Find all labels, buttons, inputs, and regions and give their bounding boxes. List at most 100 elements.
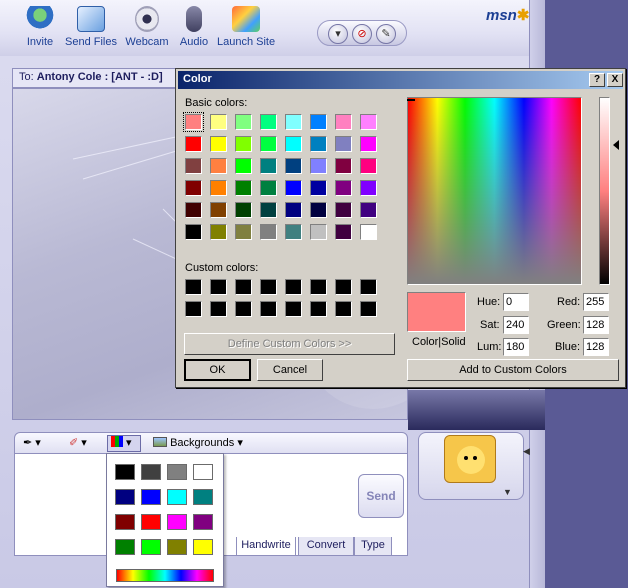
custom-color-swatch[interactable] (335, 279, 352, 295)
ok-button[interactable]: OK (184, 359, 251, 381)
custom-color-swatch[interactable] (210, 279, 227, 295)
red-input[interactable]: 255 (583, 293, 609, 311)
basic-color-swatch[interactable] (360, 224, 377, 240)
hue-input[interactable]: 0 (503, 293, 529, 311)
more-colors-spectrum[interactable] (116, 569, 214, 582)
color-menu-swatch[interactable] (115, 464, 135, 480)
color-menu-swatch[interactable] (167, 464, 187, 480)
custom-color-swatch[interactable] (310, 301, 327, 317)
color-menu-swatch[interactable] (141, 539, 161, 555)
basic-color-swatch[interactable] (335, 114, 352, 130)
basic-color-swatch[interactable] (360, 136, 377, 152)
sat-input[interactable]: 240 (503, 316, 529, 334)
paint-icon[interactable]: ✎ (376, 24, 396, 44)
custom-color-swatch[interactable] (285, 279, 302, 295)
launch-site-button[interactable]: Launch Site (217, 6, 275, 52)
luminance-slider[interactable] (599, 97, 610, 285)
color-menu-swatch[interactable] (115, 489, 135, 505)
basic-color-swatch[interactable] (235, 114, 252, 130)
basic-color-swatch[interactable] (185, 136, 202, 152)
basic-color-swatch[interactable] (235, 202, 252, 218)
basic-color-swatch[interactable] (235, 224, 252, 240)
basic-color-swatch[interactable] (310, 158, 327, 174)
basic-color-swatch[interactable] (260, 202, 277, 218)
basic-color-swatch[interactable] (210, 136, 227, 152)
webcam-button[interactable]: Webcam (124, 6, 170, 52)
basic-color-swatch[interactable] (360, 158, 377, 174)
basic-color-swatch[interactable] (360, 202, 377, 218)
custom-color-swatch[interactable] (360, 301, 377, 317)
custom-color-swatch[interactable] (235, 301, 252, 317)
custom-color-swatch[interactable] (210, 301, 227, 317)
color-menu-swatch[interactable] (193, 514, 213, 530)
add-to-custom-colors-button[interactable]: Add to Custom Colors (407, 359, 619, 381)
audio-button[interactable]: Audio (177, 6, 211, 52)
blue-input[interactable]: 128 (583, 338, 609, 356)
help-button[interactable]: ? (589, 73, 605, 87)
basic-color-swatch[interactable] (183, 112, 204, 132)
basic-color-swatch[interactable] (260, 136, 277, 152)
block-icon[interactable]: ⊘ (352, 24, 372, 44)
basic-color-swatch[interactable] (235, 158, 252, 174)
avatar[interactable] (444, 435, 496, 483)
basic-color-swatch[interactable] (335, 180, 352, 196)
basic-color-swatch[interactable] (210, 224, 227, 240)
custom-color-swatch[interactable] (260, 301, 277, 317)
basic-color-swatch[interactable] (235, 136, 252, 152)
basic-color-swatch[interactable] (310, 180, 327, 196)
color-menu-swatch[interactable] (141, 514, 161, 530)
chevron-down-icon[interactable]: ▼ (503, 487, 512, 497)
basic-color-swatch[interactable] (360, 114, 377, 130)
basic-color-swatch[interactable] (335, 202, 352, 218)
tab-convert[interactable]: Convert (298, 537, 354, 556)
color-menu-swatch[interactable] (167, 489, 187, 505)
basic-color-swatch[interactable] (210, 180, 227, 196)
basic-color-swatch[interactable] (360, 180, 377, 196)
chevron-left-icon[interactable]: ◀ (523, 446, 530, 457)
custom-color-swatch[interactable] (260, 279, 277, 295)
basic-color-swatch[interactable] (210, 158, 227, 174)
color-menu-swatch[interactable] (115, 539, 135, 555)
green-input[interactable]: 128 (583, 316, 609, 334)
backgrounds-button[interactable]: Backgrounds ▾ (149, 435, 249, 452)
invite-button[interactable]: Invite (20, 6, 60, 52)
basic-color-swatch[interactable] (285, 158, 302, 174)
basic-color-swatch[interactable] (285, 136, 302, 152)
cancel-button[interactable]: Cancel (257, 359, 323, 381)
luminance-arrow-icon[interactable] (613, 140, 619, 150)
color-menu-swatch[interactable] (193, 539, 213, 555)
close-button[interactable]: X (607, 73, 623, 87)
custom-color-swatch[interactable] (285, 301, 302, 317)
basic-color-swatch[interactable] (285, 180, 302, 196)
crosshair-icon[interactable] (407, 97, 415, 105)
eraser-tool-button[interactable]: ✐ ▾ (65, 435, 101, 452)
basic-color-swatch[interactable] (285, 114, 302, 130)
basic-color-swatch[interactable] (310, 224, 327, 240)
custom-color-swatch[interactable] (335, 301, 352, 317)
basic-color-swatch[interactable] (285, 224, 302, 240)
custom-color-swatch[interactable] (185, 301, 202, 317)
basic-color-swatch[interactable] (335, 224, 352, 240)
basic-color-swatch[interactable] (260, 114, 277, 130)
tab-type[interactable]: Type (354, 537, 392, 556)
color-menu-swatch[interactable] (167, 514, 187, 530)
basic-color-swatch[interactable] (235, 180, 252, 196)
color-picker-button[interactable]: ▾ (107, 435, 141, 452)
define-custom-colors-button[interactable]: Define Custom Colors >> (184, 333, 395, 355)
custom-color-swatch[interactable] (310, 279, 327, 295)
custom-color-swatch[interactable] (235, 279, 252, 295)
custom-color-swatch[interactable] (360, 279, 377, 295)
color-menu-swatch[interactable] (141, 489, 161, 505)
color-menu-swatch[interactable] (193, 464, 213, 480)
color-menu-swatch[interactable] (167, 539, 187, 555)
basic-color-swatch[interactable] (185, 180, 202, 196)
tab-handwrite[interactable]: Handwrite (236, 537, 296, 556)
basic-color-swatch[interactable] (260, 158, 277, 174)
basic-color-swatch[interactable] (210, 114, 227, 130)
basic-color-swatch[interactable] (210, 202, 227, 218)
lum-input[interactable]: 180 (503, 338, 529, 356)
send-files-button[interactable]: Send Files (64, 6, 118, 52)
basic-color-swatch[interactable] (335, 136, 352, 152)
color-spectrum[interactable] (407, 97, 582, 285)
basic-color-swatch[interactable] (185, 158, 202, 174)
